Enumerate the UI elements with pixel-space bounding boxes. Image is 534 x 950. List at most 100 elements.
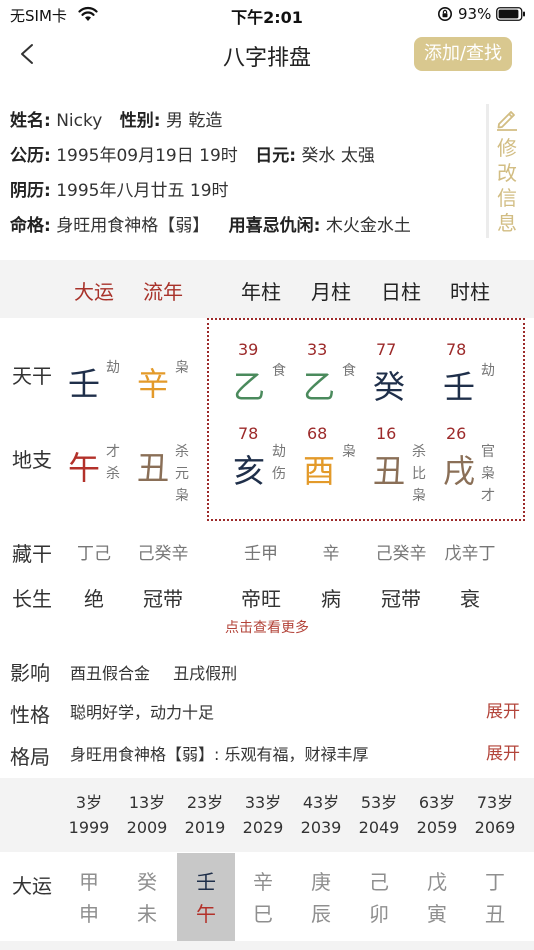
strength-number: 77 <box>376 340 397 359</box>
tiangan-char: 乙 <box>232 368 265 406</box>
dayun-pillar[interactable]: 丁丑 <box>475 866 515 930</box>
row-label-changsheng: 长生 <box>12 587 52 611</box>
ten-god-label: 才 <box>481 488 495 504</box>
mingge-value: 身旺用食神格【弱】 <box>56 216 210 236</box>
dayun-age-item[interactable]: 53岁 2049 <box>354 790 404 840</box>
age-text: 13岁 <box>128 793 166 812</box>
edit-info-button[interactable]: 修 改 信 息 <box>494 136 520 236</box>
ten-god-label: 杀 <box>106 466 120 482</box>
dayun-row-label: 大运 <box>12 874 52 898</box>
year-text: 2039 <box>300 818 342 837</box>
dayun-pillar[interactable]: 戊寅 <box>417 866 457 930</box>
status-bar: 无SIM卡 下午2:01 93% <box>0 0 534 28</box>
ten-god-label: 食 <box>272 363 286 379</box>
bottom-edge <box>0 941 534 950</box>
changsheng-cell: 病 <box>321 587 341 611</box>
ten-god-label: 劫 <box>106 360 120 376</box>
battery-icon <box>496 7 525 21</box>
yingxiang-item: 丑戌假刑 <box>173 664 238 683</box>
year-text: 2049 <box>358 818 400 837</box>
info-row-mingge: 命格: 身旺用食神格【弱】 用喜忌仇闲: 木火金水土 <box>10 211 411 236</box>
dayun-gan: 辛 <box>253 870 273 894</box>
ten-god-label: 枭 <box>481 466 495 482</box>
gender-value: 男 乾造 <box>165 111 223 131</box>
dayun-gan: 丁 <box>485 870 505 894</box>
info-row-lunar: 阴历: 1995年八月廿五 19时 <box>10 176 229 201</box>
ten-god-label: 劫 <box>272 444 286 460</box>
xingge-text: 聪明好学，动力十足 <box>70 703 215 722</box>
dayun-age-item[interactable]: 23岁 2019 <box>180 790 230 840</box>
rotation-lock-icon <box>438 7 452 21</box>
solar-value: 1995年09月19日 19时 <box>56 146 238 166</box>
age-text: 23岁 <box>186 793 224 812</box>
xingge-label: 性格 <box>10 703 50 727</box>
dizhi-char: 酉 <box>302 452 335 490</box>
dayun-age-item[interactable]: 13岁 2009 <box>122 790 172 840</box>
row-label-canggan: 藏干 <box>12 542 52 566</box>
add-search-button[interactable]: 添加/查找 <box>414 37 512 71</box>
dayun-gan: 戊 <box>427 870 447 894</box>
age-text: 63岁 <box>418 793 456 812</box>
pencil-icon[interactable] <box>493 104 521 132</box>
dayun-pillar[interactable]: 甲申 <box>69 866 109 930</box>
edit-char: 信 <box>497 186 517 210</box>
dayun-age-item[interactable]: 3岁 1999 <box>64 790 114 840</box>
header-year-pillar: 年柱 <box>241 280 281 304</box>
dayun-zhi: 未 <box>137 902 157 926</box>
yingxiang-label: 影响 <box>10 661 50 685</box>
dayun-age-item[interactable]: 43岁 2039 <box>296 790 346 840</box>
dayun-pillar[interactable]: 己卯 <box>359 866 399 930</box>
age-text: 3岁 <box>75 793 103 812</box>
tiangan-char: 壬 <box>67 365 100 403</box>
ten-god-label: 枭 <box>342 444 356 460</box>
dizhi-char: 戌 <box>442 452 475 490</box>
age-text: 53岁 <box>360 793 398 812</box>
geju-expand-button[interactable]: 展开 <box>486 739 520 764</box>
dayun-gan: 己 <box>369 870 389 894</box>
strength-number: 33 <box>307 340 328 359</box>
ten-god-label: 食 <box>342 363 356 379</box>
header-month-pillar: 月柱 <box>311 280 351 304</box>
ten-god-label: 杀 <box>175 444 189 460</box>
info-row-name: 姓名: Nicky 性别: 男 乾造 <box>10 106 222 131</box>
edit-char: 改 <box>497 161 517 185</box>
strength-number: 78 <box>446 340 467 359</box>
canggan-cell: 戊辛丁 <box>444 544 496 564</box>
dayun-pillar[interactable]: 癸未 <box>127 866 167 930</box>
xingge-expand-button[interactable]: 展开 <box>486 697 520 722</box>
tiangan-char: 癸 <box>372 368 405 406</box>
yongxi-value: 木火金水土 <box>325 216 411 236</box>
row-label-dizhi: 地支 <box>12 448 52 472</box>
dayun-zhi: 寅 <box>427 902 447 926</box>
year-text: 2069 <box>474 818 516 837</box>
tiangan-char: 壬 <box>442 368 475 406</box>
ten-god-label: 元 <box>175 466 189 482</box>
dayun-pillar[interactable]: 辛巳 <box>243 866 283 930</box>
lunar-value: 1995年八月廿五 19时 <box>56 181 229 201</box>
dayun-pillar[interactable]: 庚辰 <box>301 866 341 930</box>
year-text: 2009 <box>126 818 168 837</box>
dayun-pillar-selected[interactable]: 壬午 <box>186 866 226 930</box>
ten-god-label: 枭 <box>175 488 189 504</box>
see-more-link[interactable]: 点击查看更多 <box>0 617 534 637</box>
changsheng-cell: 绝 <box>84 587 104 611</box>
dayun-key: 日元: <box>255 146 297 166</box>
header-dayun: 大运 <box>74 280 114 304</box>
lunar-key: 阴历: <box>10 181 51 201</box>
header-liunian: 流年 <box>143 280 183 304</box>
geju-text: 身旺用食神格【弱】: 乐观有福，财禄丰厚 <box>70 745 369 764</box>
info-divider <box>486 104 489 238</box>
dayun-age-item[interactable]: 33岁 2029 <box>238 790 288 840</box>
dayun-value: 癸水 太强 <box>301 146 375 166</box>
info-row-solar: 公历: 1995年09月19日 19时 日元: 癸水 太强 <box>10 141 375 166</box>
solar-key: 公历: <box>10 146 51 166</box>
geju-label: 格局 <box>10 745 50 769</box>
name-key: 姓名: <box>10 111 51 131</box>
row-label-tiangan: 天干 <box>12 364 52 388</box>
dayun-age-item[interactable]: 63岁 2059 <box>412 790 462 840</box>
dayun-age-item[interactable]: 73岁 2069 <box>470 790 520 840</box>
dizhi-char: 亥 <box>232 452 265 490</box>
changsheng-cell: 帝旺 <box>241 587 281 611</box>
yongxi-key: 用喜忌仇闲: <box>228 216 321 236</box>
ten-god-label: 比 <box>412 466 426 482</box>
